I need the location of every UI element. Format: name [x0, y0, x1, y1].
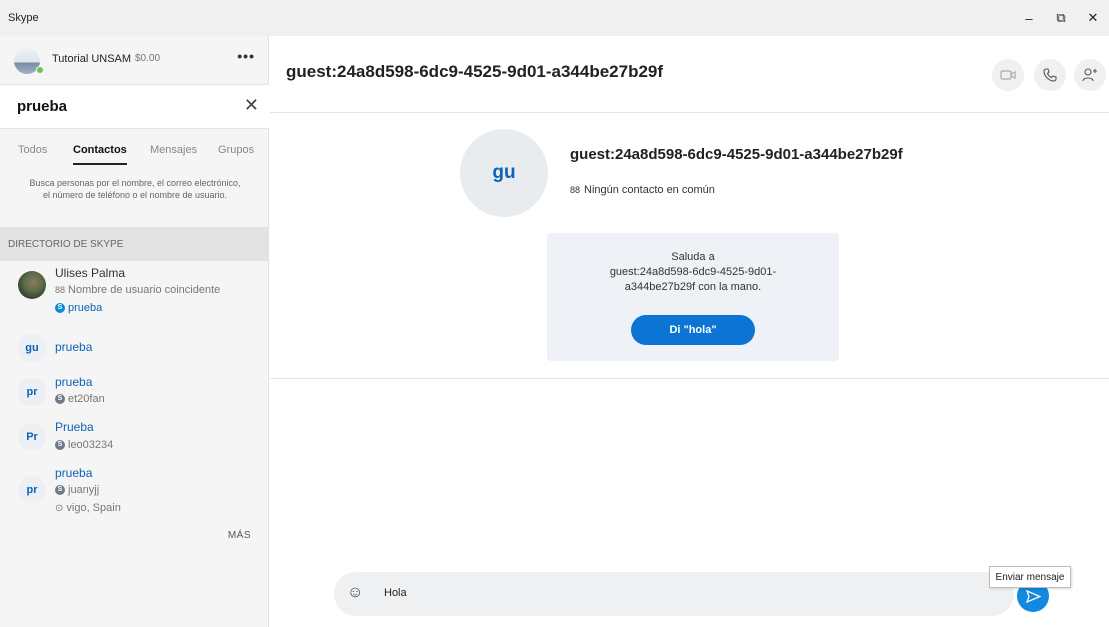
contact-name: prueba	[55, 340, 93, 354]
send-tooltip: Enviar mensaje	[989, 566, 1071, 588]
add-person-icon	[1082, 68, 1097, 82]
location-pin-icon: ⊙	[55, 502, 64, 514]
profile-name: Tutorial UNSAM	[52, 53, 132, 65]
phone-icon	[1043, 68, 1057, 82]
window-controls: – ⧉ ✕	[1013, 0, 1109, 36]
more-options-icon[interactable]: •••	[237, 48, 255, 64]
search-hint: Busca personas por el nombre, el correo …	[29, 178, 241, 200]
contacts-icon: 88	[570, 185, 581, 195]
audio-call-button[interactable]	[1034, 59, 1066, 91]
video-call-button[interactable]	[992, 59, 1024, 91]
greeting-line: guest:24a8d598-6dc9-4525-9d01-	[609, 266, 777, 278]
contact-name: Prueba	[55, 420, 94, 434]
contact-detail: S et20fan	[55, 393, 105, 405]
common-contacts-info: 88 Ningún contacto en común	[570, 184, 715, 196]
tab-contactos[interactable]: Contactos	[73, 144, 127, 165]
greeting-line: a344be27b29f con la mano.	[624, 281, 762, 293]
greeting-line: Saluda a	[671, 251, 715, 263]
contact-name: prueba	[55, 375, 93, 389]
tab-grupos[interactable]: Grupos	[218, 144, 254, 156]
sidebar: Tutorial UNSAM $0.00 ••• prueba ✕ Todos …	[0, 36, 269, 627]
tab-todos[interactable]: Todos	[18, 144, 47, 156]
contact-match-text: Nombre de usuario coincidente	[68, 284, 221, 296]
content-divider	[270, 378, 1109, 379]
contact-username: juanyjj	[68, 484, 100, 496]
profile-bar[interactable]: Tutorial UNSAM $0.00 •••	[0, 36, 269, 84]
restore-button[interactable]: ⧉	[1045, 0, 1077, 36]
contact-detail: S prueba	[55, 302, 102, 314]
contact-name: Ulises Palma	[55, 266, 126, 280]
contact-username: et20fan	[68, 393, 105, 405]
emoji-icon[interactable]: ☺	[347, 584, 363, 602]
directory-header: DIRECTORIO DE SKYPE	[0, 227, 269, 261]
contact-avatar: Pr	[18, 423, 46, 451]
contact-username: leo03234	[68, 439, 114, 451]
clear-search-icon[interactable]: ✕	[244, 95, 259, 116]
add-people-button[interactable]	[1074, 59, 1106, 91]
tab-mensajes[interactable]: Mensajes	[150, 144, 197, 156]
message-input[interactable]: Hola	[384, 587, 407, 599]
contact-avatar: gu	[18, 334, 46, 362]
directory-header-label: DIRECTORIO DE SKYPE	[8, 239, 124, 250]
online-status-icon	[36, 66, 44, 74]
chat-title: guest:24a8d598-6dc9-4525-9d01-a344be27b2…	[286, 62, 664, 81]
skype-icon: S	[55, 394, 65, 404]
skype-icon: S	[55, 485, 65, 495]
contact-photo-avatar	[18, 271, 46, 299]
contact-profile-name: guest:24a8d598-6dc9-4525-9d01-a344be27b2…	[570, 146, 903, 163]
contact-detail: ⊙ vigo, Spain	[55, 502, 121, 514]
contact-avatar: pr	[18, 476, 46, 504]
search-bar[interactable]: prueba ✕	[0, 84, 269, 129]
greeting-card: Saluda a guest:24a8d598-6dc9-4525-9d01- …	[547, 233, 839, 361]
minimize-button[interactable]: –	[1013, 0, 1045, 36]
skype-icon: S	[55, 303, 65, 313]
close-button[interactable]: ✕	[1077, 0, 1109, 36]
contact-name: prueba	[55, 466, 93, 480]
greeting-text: Saluda a guest:24a8d598-6dc9-4525-9d01- …	[563, 250, 823, 295]
window-title: Skype	[8, 12, 39, 24]
contact-detail: S leo03234	[55, 439, 113, 451]
contact-username: prueba	[68, 302, 103, 314]
search-input[interactable]: prueba	[17, 98, 67, 115]
video-camera-icon	[1000, 70, 1016, 80]
contact-avatar: pr	[18, 378, 46, 406]
message-composer[interactable]: ☺ Hola	[334, 572, 1014, 616]
contact-detail: 88 Nombre de usuario coincidente	[55, 284, 220, 296]
say-hello-button[interactable]: Di "hola"	[631, 315, 755, 345]
common-contacts-text: Ningún contacto en común	[584, 184, 715, 196]
contacts-icon: 88	[55, 285, 66, 295]
contact-large-avatar[interactable]: gu	[460, 129, 548, 217]
header-divider	[270, 112, 1109, 113]
send-icon	[1025, 589, 1041, 603]
skype-icon: S	[55, 440, 65, 450]
more-results-link[interactable]: MÁS	[228, 530, 251, 541]
skype-window: Skype – ⧉ ✕ Tutorial UNSAM $0.00 ••• pru…	[0, 0, 1109, 627]
profile-credit: $0.00	[135, 53, 161, 64]
contact-location: vigo, Spain	[66, 502, 121, 514]
chat-panel: guest:24a8d598-6dc9-4525-9d01- a344be27b2…	[270, 36, 1109, 627]
contact-detail: S juanyjj	[55, 484, 99, 496]
search-tabs: Todos Contactos Mensajes Grupos	[0, 136, 269, 170]
title-bar: Skype – ⧉ ✕	[0, 0, 1109, 36]
